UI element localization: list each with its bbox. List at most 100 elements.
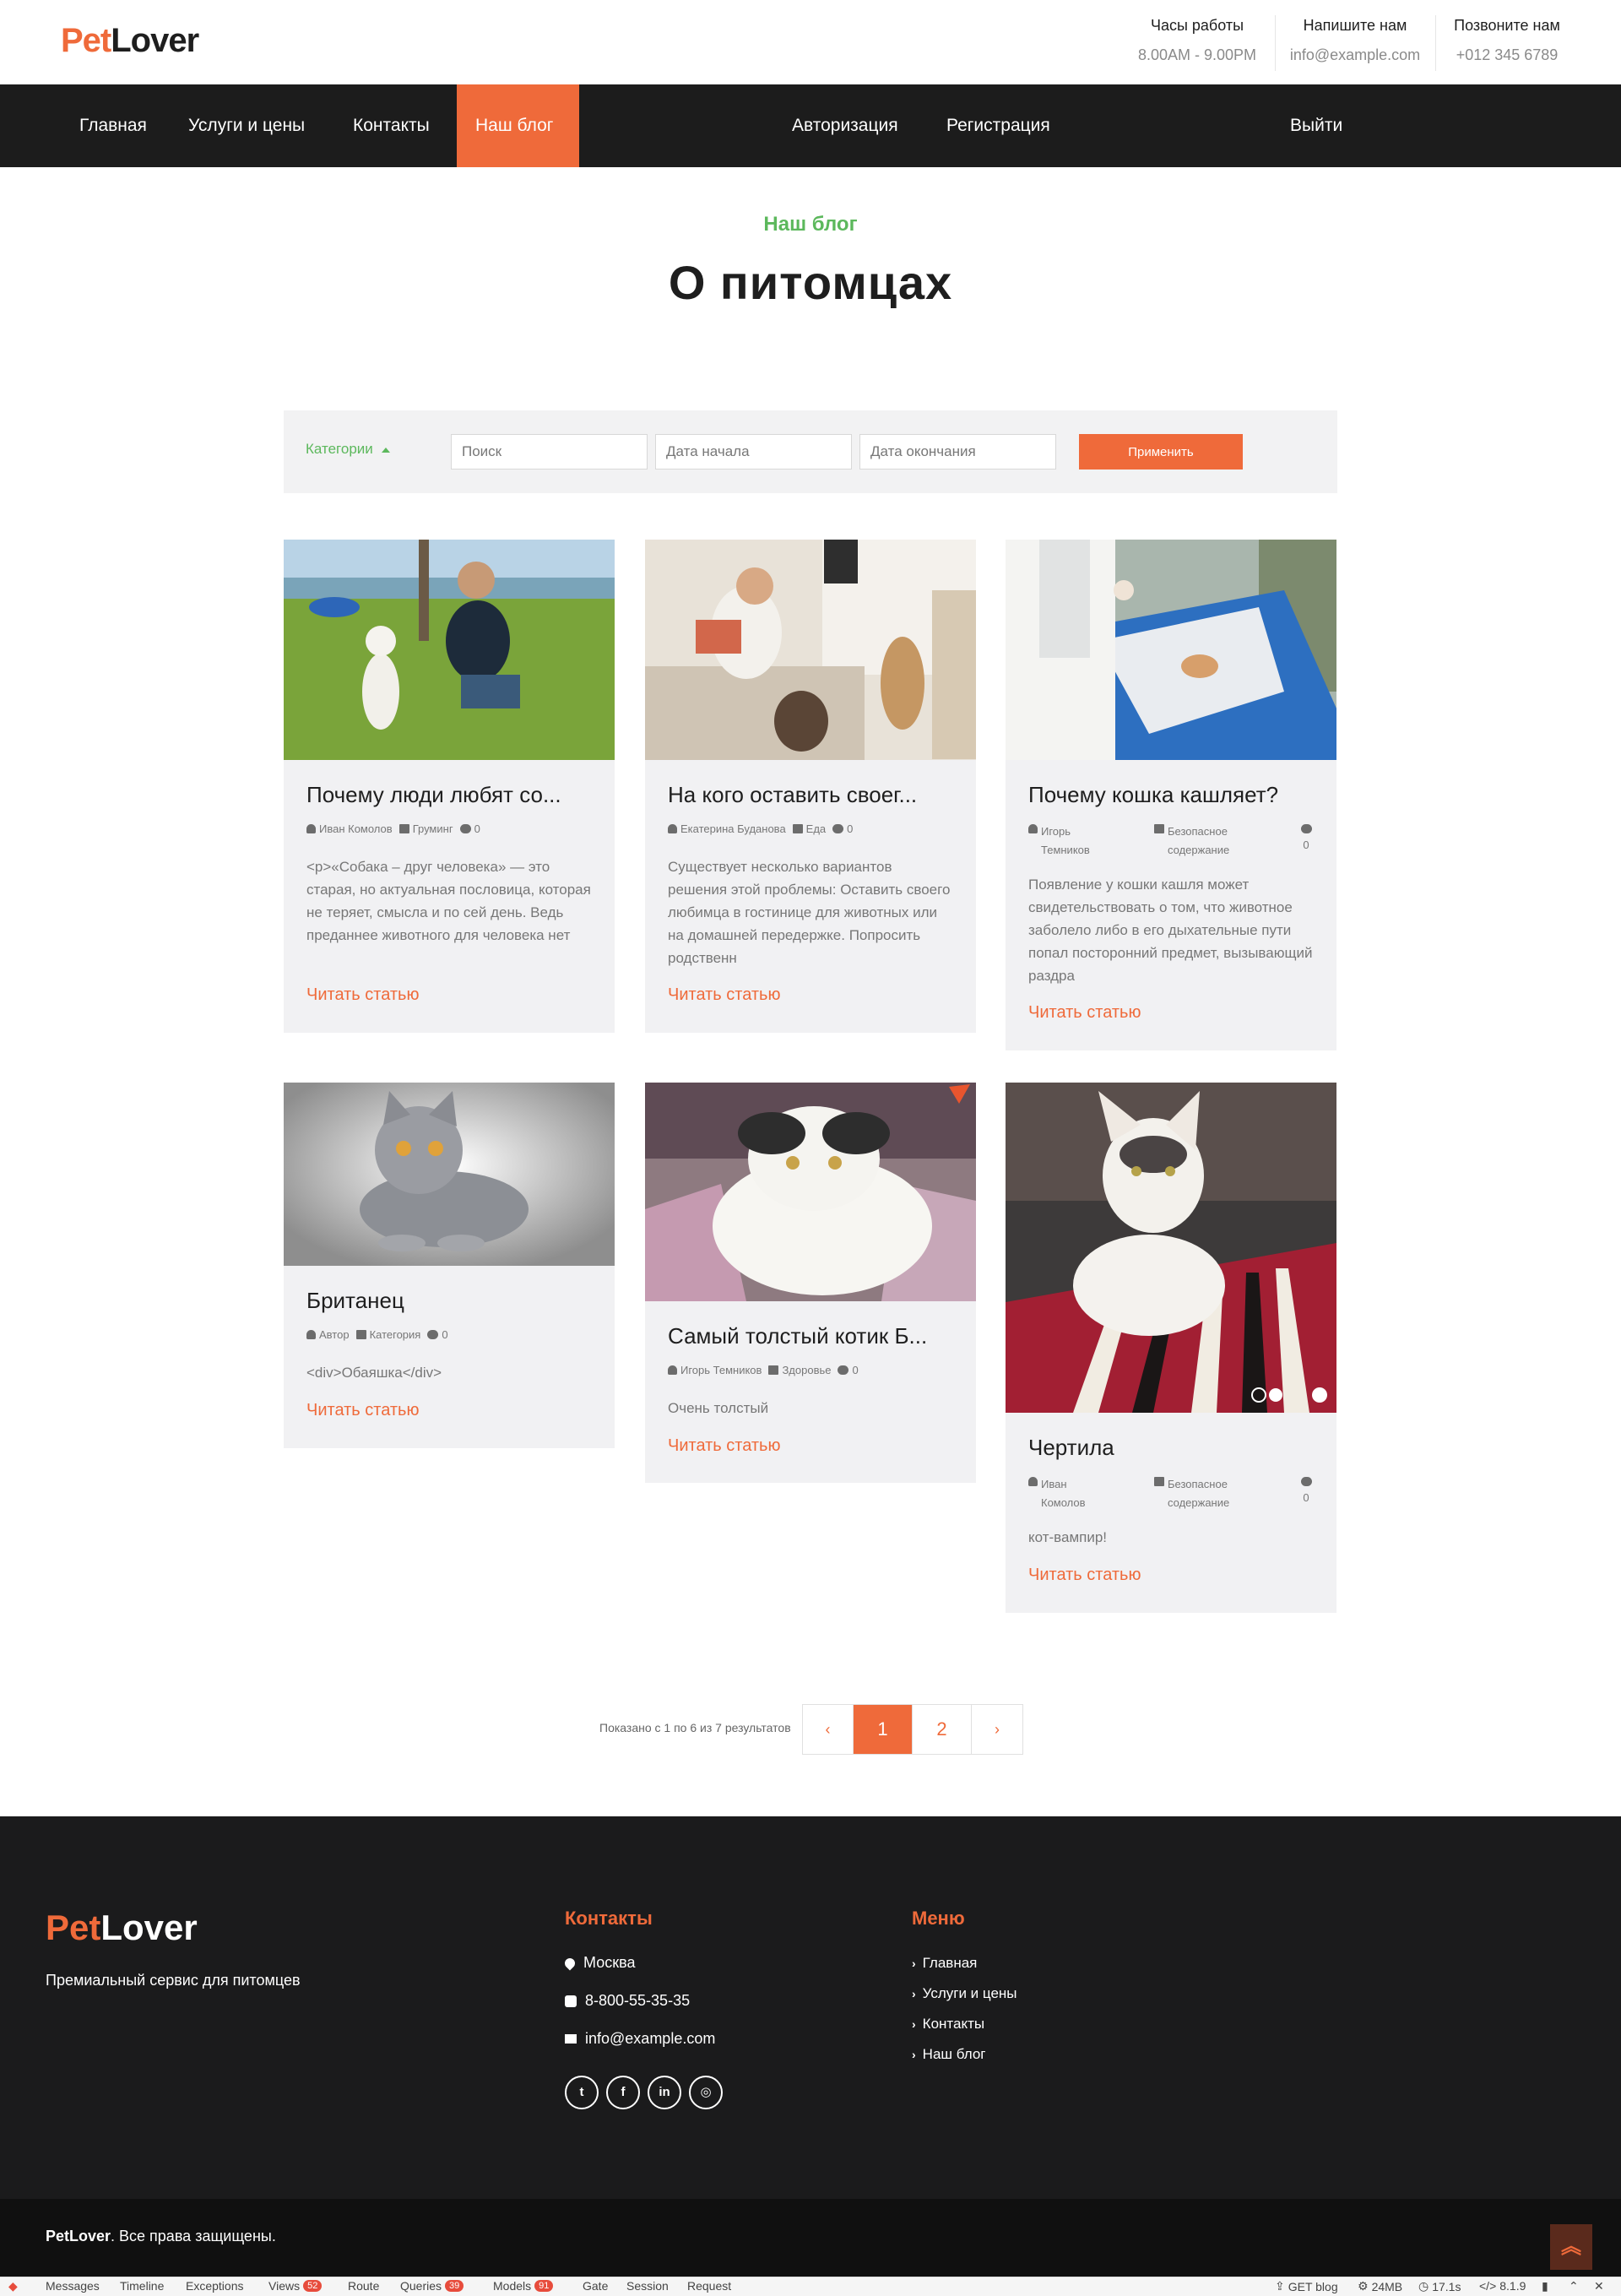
footer-city: Москва	[562, 1954, 635, 1972]
post-image[interactable]	[1006, 1083, 1336, 1413]
debug-memory-text: 24MB	[1371, 2279, 1403, 2293]
end-date-input[interactable]	[859, 434, 1056, 470]
debug-models-tab[interactable]: Models 91	[493, 2279, 554, 2293]
start-date-input[interactable]	[655, 434, 852, 470]
laravel-icon[interactable]: ◆	[8, 2279, 18, 2293]
pagination-next[interactable]: ›	[972, 1705, 1022, 1754]
footer-phone[interactable]: 8-800-55-35-35	[565, 1992, 690, 2010]
footer-phone-text: 8-800-55-35-35	[585, 1992, 691, 2009]
nav-blog[interactable]: Наш блог	[457, 84, 579, 167]
post-title[interactable]: Чертила	[1028, 1435, 1315, 1461]
post-title[interactable]: На кого оставить своег...	[668, 782, 955, 808]
copyright: PetLover. Все права защищены.	[46, 2228, 276, 2245]
debug-models-count: 91	[534, 2280, 554, 2292]
pagination-page-1[interactable]: 1	[854, 1705, 913, 1754]
folder-icon	[792, 824, 803, 833]
facebook-icon[interactable]: f	[606, 2076, 640, 2109]
post-title[interactable]: Британец	[306, 1288, 594, 1314]
post-title[interactable]: Почему люди любят со...	[306, 782, 594, 808]
footer-menu-services[interactable]: › Услуги и цены	[912, 1985, 1017, 2002]
debug-timeline-tab[interactable]: Timeline	[120, 2279, 164, 2293]
footer-menu-contacts[interactable]: › Контакты	[912, 2016, 984, 2033]
main-nav: Главная Услуги и цены Контакты Наш блог …	[0, 84, 1621, 167]
section-kicker: Наш блог	[763, 213, 858, 236]
search-input[interactable]	[451, 434, 648, 470]
footer-menu-blog[interactable]: › Наш блог	[912, 2046, 986, 2063]
footer-menu-heading: Меню	[912, 1908, 965, 1929]
footer-menu-home[interactable]: › Главная	[912, 1955, 977, 1972]
post-title[interactable]: Почему кошка кашляет?	[1028, 782, 1315, 808]
debug-exceptions-tab[interactable]: Exceptions	[186, 2279, 243, 2293]
email-info: Напишите нам info@example.com	[1277, 15, 1434, 71]
footer-menu-label: Наш блог	[922, 2046, 986, 2062]
back-to-top-button[interactable]: ︽	[1550, 2224, 1592, 2270]
nav-contacts[interactable]: Контакты	[334, 84, 448, 167]
post-excerpt: Существует несколько вариантов решения э…	[668, 859, 951, 966]
site-logo[interactable]: PetLover	[61, 22, 199, 60]
debug-memory: ⚙ 24MB	[1358, 2279, 1402, 2293]
nav-login[interactable]: Авторизация	[773, 84, 917, 167]
email-value[interactable]: info@example.com	[1277, 46, 1434, 64]
top-bar: PetLover Часы работы 8.00AM - 9.00PM Нап…	[0, 0, 1621, 84]
nav-home[interactable]: Главная	[61, 84, 165, 167]
chevron-up-icon[interactable]: ⌃	[1569, 2279, 1579, 2293]
post-image[interactable]	[284, 540, 615, 760]
footer-logo[interactable]: PetLover	[46, 1908, 198, 1948]
database-icon[interactable]: ▮	[1542, 2279, 1548, 2293]
user-icon	[1028, 824, 1038, 833]
debug-messages-tab[interactable]: Messages	[46, 2279, 100, 2293]
footer-menu-label: Главная	[922, 1955, 978, 1971]
read-more-link[interactable]: Читать статью	[668, 985, 780, 1005]
page-title: О питомцах	[668, 256, 953, 309]
twitter-icon[interactable]: t	[565, 2076, 599, 2109]
chevron-right-icon: ›	[912, 1957, 916, 1970]
post-comments: 0	[1303, 839, 1309, 851]
post-comments: 0	[1303, 1491, 1309, 1504]
apply-button[interactable]: Применить	[1079, 434, 1243, 470]
logo-pet: Pet	[61, 22, 111, 59]
double-chevron-up-icon: ︽	[1561, 2235, 1581, 2258]
read-more-link[interactable]: Читать статью	[1028, 1003, 1141, 1023]
debug-route-tab[interactable]: Route	[348, 2279, 379, 2293]
linkedin-icon[interactable]: in	[648, 2076, 681, 2109]
post-meta: Иван Комолов Груминг 0	[306, 822, 480, 835]
debug-queries-tab[interactable]: Queries 39	[400, 2279, 464, 2293]
phone-value[interactable]: +012 345 6789	[1437, 46, 1577, 64]
debug-bar: ◆ Messages Timeline Exceptions Views 52 R…	[0, 2277, 1621, 2296]
instagram-icon[interactable]: ◎	[689, 2076, 723, 2109]
debug-views-tab[interactable]: Views 52	[268, 2279, 323, 2293]
debug-gate-tab[interactable]: Gate	[583, 2279, 608, 2293]
folder-icon	[768, 1365, 779, 1375]
pagination-prev[interactable]: ‹	[803, 1705, 854, 1754]
nav-register[interactable]: Регистрация	[928, 84, 1069, 167]
debug-session-tab[interactable]: Session	[626, 2279, 669, 2293]
post-image[interactable]	[1006, 540, 1336, 760]
footer-email[interactable]: info@example.com	[565, 2030, 715, 2048]
post-comments: 0	[474, 822, 480, 835]
post-image[interactable]	[284, 1083, 615, 1266]
post-image[interactable]	[645, 1083, 976, 1301]
code-icon: </>	[1479, 2279, 1497, 2293]
read-more-link[interactable]: Читать статью	[306, 985, 419, 1005]
post-category: Безопасное содержание	[1168, 825, 1230, 856]
clock-icon: ◷	[1418, 2279, 1429, 2293]
post-title[interactable]: Самый толстый котик Б...	[668, 1323, 955, 1349]
post-author: Игорь Темников	[1041, 825, 1090, 856]
debug-time-text: 17.1s	[1432, 2279, 1461, 2293]
debug-models-label: Models	[493, 2279, 532, 2293]
pagination-page-2[interactable]: 2	[913, 1705, 972, 1754]
debug-version: </> 8.1.9	[1479, 2279, 1526, 2293]
read-more-link[interactable]: Читать статью	[668, 1436, 780, 1456]
debug-request-tab[interactable]: Request	[687, 2279, 731, 2293]
read-more-link[interactable]: Читать статью	[306, 1401, 419, 1420]
user-icon	[668, 1365, 677, 1375]
nav-logout[interactable]: Выйти	[1271, 84, 1361, 167]
nav-services[interactable]: Услуги и цены	[170, 84, 323, 167]
comments-icon	[832, 824, 844, 833]
comments-icon	[427, 1330, 439, 1339]
chevron-right-icon: ›	[912, 2048, 916, 2061]
post-image[interactable]	[645, 540, 976, 760]
read-more-link[interactable]: Читать статью	[1028, 1566, 1141, 1585]
categories-dropdown[interactable]: Категории	[306, 441, 390, 458]
close-icon[interactable]: ✕	[1594, 2279, 1604, 2293]
